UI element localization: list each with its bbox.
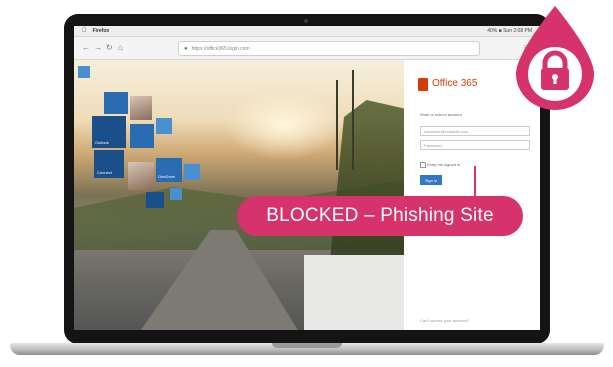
keep-signed-in-label: Keep me signed in bbox=[427, 162, 461, 167]
tile-onedrive: OneDrive bbox=[156, 158, 182, 182]
laptop-screen:  Firefox 40% ■ Sun 2:08 PM ← → ↻ ⌂ ● ht… bbox=[74, 26, 540, 330]
email-field[interactable]: someone@example.com bbox=[420, 126, 530, 136]
signin-prompt: Work or school account bbox=[420, 112, 462, 117]
tile bbox=[130, 124, 154, 148]
tile-outlook: Outlook bbox=[92, 116, 126, 148]
tile-label: Outlook bbox=[95, 140, 109, 145]
tile bbox=[184, 164, 200, 180]
palm-trunk bbox=[336, 80, 338, 170]
blocked-banner: BLOCKED – Phishing Site bbox=[237, 196, 523, 236]
signin-footer-link[interactable]: Can't access your account? bbox=[420, 318, 469, 323]
mac-menu-bar:  Firefox 40% ■ Sun 2:08 PM bbox=[74, 26, 540, 37]
password-field[interactable]: Password bbox=[420, 140, 530, 150]
tile bbox=[78, 66, 90, 78]
forward-icon[interactable]: → bbox=[94, 44, 102, 52]
tile bbox=[156, 118, 172, 134]
hero-background-image: Outlook Connect OneDrive bbox=[74, 60, 404, 330]
tile bbox=[170, 188, 182, 200]
laptop-lid:  Firefox 40% ■ Sun 2:08 PM ← → ↻ ⌂ ● ht… bbox=[64, 14, 550, 344]
palm-trunk bbox=[352, 70, 354, 170]
tile bbox=[146, 192, 164, 208]
reload-icon[interactable]: ↻ bbox=[106, 44, 113, 52]
office-logo-icon bbox=[418, 78, 428, 91]
apple-icon[interactable]:  bbox=[82, 28, 87, 34]
laptop-notch bbox=[272, 343, 342, 348]
tile-photo bbox=[128, 162, 154, 190]
address-bar[interactable]: ● https://office365.login.com bbox=[178, 41, 480, 56]
lock-icon: ● bbox=[184, 45, 188, 52]
banner-connector-line bbox=[474, 166, 476, 198]
phishing-page: Outlook Connect OneDrive Office 365 Work… bbox=[74, 60, 540, 330]
tile bbox=[104, 92, 128, 114]
menu-app-name[interactable]: Firefox bbox=[93, 28, 110, 34]
back-icon[interactable]: ← bbox=[82, 44, 90, 52]
address-url: https://office365.login.com bbox=[191, 45, 250, 52]
tile-photo bbox=[130, 96, 152, 120]
tile-label: OneDrive bbox=[158, 174, 175, 179]
office-brand: Office 365 bbox=[432, 78, 478, 89]
keep-signed-in-checkbox[interactable] bbox=[420, 162, 426, 168]
padlock-icon bbox=[516, 6, 594, 110]
tile-connect: Connect bbox=[94, 150, 124, 178]
white-building bbox=[304, 255, 404, 330]
webcam bbox=[304, 19, 308, 23]
sun-glow bbox=[224, 90, 344, 160]
tile-label: Connect bbox=[97, 170, 112, 175]
browser-toolbar: ← → ↻ ⌂ ● https://office365.login.com ≡ bbox=[74, 37, 540, 60]
home-icon[interactable]: ⌂ bbox=[118, 44, 123, 52]
signin-button[interactable]: Sign in bbox=[420, 175, 442, 185]
